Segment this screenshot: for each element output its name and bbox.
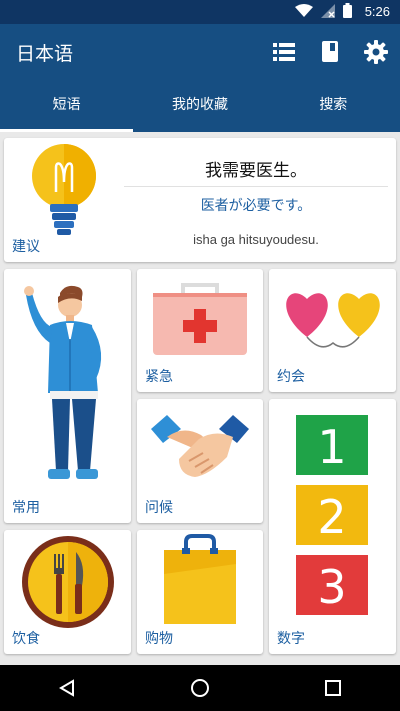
category-numbers[interactable]: 1 2 3 数字 — [269, 399, 396, 654]
tab-favorites[interactable]: 我的收藏 — [133, 80, 266, 132]
phrase-chinese: 我需要医生。 — [205, 161, 307, 181]
digit-two: 2 — [317, 490, 346, 544]
card-label: 数字 — [277, 631, 305, 647]
lightbulb-icon — [32, 144, 96, 235]
status-bar: 5:26 — [0, 0, 400, 24]
app-title: 日本语 — [16, 43, 74, 65]
shopping-bag-icon — [164, 534, 236, 624]
tab-phrases[interactable]: 短语 — [0, 80, 134, 132]
suggestion-card[interactable]: 我需要医生。 医者が必要です。 isha ga hitsuyoudesu. 建议 — [4, 138, 396, 262]
signal-icon — [321, 3, 335, 22]
app-bar: 日本语 — [0, 24, 400, 80]
home-icon[interactable] — [180, 668, 220, 708]
man-icon — [24, 285, 102, 479]
card-label: 常用 — [12, 500, 40, 516]
battery-icon — [343, 2, 352, 22]
system-nav-bar — [0, 665, 400, 711]
card-label: 建议 — [12, 239, 40, 255]
settings-icon[interactable] — [362, 38, 390, 66]
category-common[interactable]: 常用 — [4, 269, 131, 523]
card-label: 问候 — [145, 500, 173, 516]
heart-balloons-icon — [286, 293, 380, 348]
numbers-icon: 1 2 3 — [296, 415, 368, 615]
category-greetings[interactable]: 问候 — [137, 399, 263, 523]
card-label: 紧急 — [145, 369, 173, 385]
digit-three: 3 — [317, 560, 346, 614]
digit-one: 1 — [317, 420, 346, 474]
category-food[interactable]: 饮食 — [4, 530, 131, 654]
card-label: 购物 — [145, 631, 173, 647]
wifi-icon — [295, 3, 313, 22]
book-icon[interactable] — [316, 38, 344, 66]
first-aid-kit-icon — [153, 283, 247, 355]
category-shopping[interactable]: 购物 — [137, 530, 263, 654]
category-dating[interactable]: 约会 — [269, 269, 396, 392]
status-time: 5:26 — [364, 4, 390, 19]
phrase-romaji: isha ga hitsuyoudesu. — [193, 232, 319, 247]
category-emergency[interactable]: 紧急 — [137, 269, 263, 392]
list-icon[interactable] — [270, 38, 298, 66]
phrase-japanese: 医者が必要です。 — [200, 198, 312, 214]
tab-search[interactable]: 搜索 — [267, 80, 400, 132]
card-label: 饮食 — [12, 631, 40, 647]
tab-bar: 短语 我的收藏 搜索 — [0, 80, 400, 132]
fork-knife-plate-icon — [22, 536, 114, 628]
card-label: 约会 — [277, 369, 305, 385]
handshake-icon — [151, 415, 249, 477]
recents-icon[interactable] — [313, 668, 353, 708]
back-icon[interactable] — [47, 668, 87, 708]
divider — [124, 186, 388, 187]
